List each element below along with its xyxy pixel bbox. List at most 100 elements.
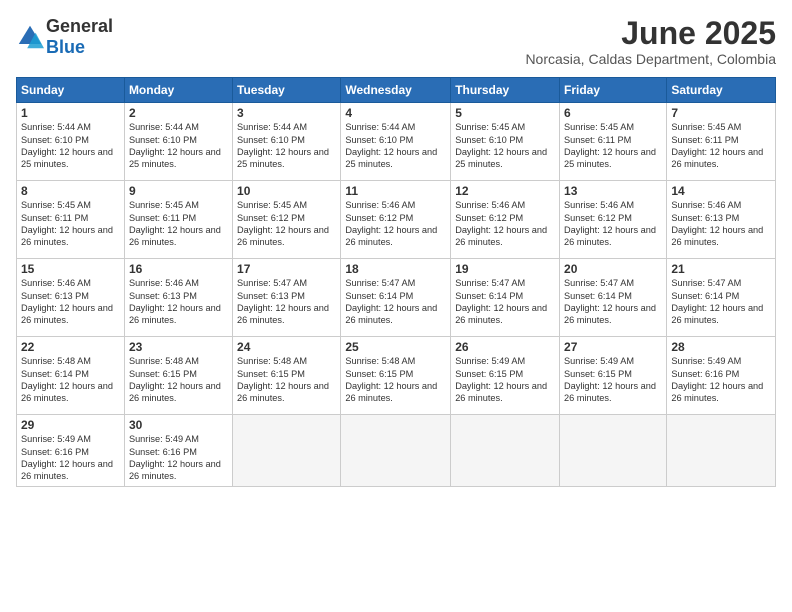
calendar-table: Sunday Monday Tuesday Wednesday Thursday… <box>16 77 776 487</box>
calendar-cell: 22 Sunrise: 5:48 AMSunset: 6:14 PMDaylig… <box>17 337 125 415</box>
page-container: General Blue June 2025 Norcasia, Caldas … <box>0 0 792 495</box>
day-info: Sunrise: 5:45 AMSunset: 6:11 PMDaylight:… <box>671 122 763 169</box>
day-info: Sunrise: 5:47 AMSunset: 6:14 PMDaylight:… <box>671 278 763 325</box>
day-number: 1 <box>21 106 120 120</box>
day-info: Sunrise: 5:44 AMSunset: 6:10 PMDaylight:… <box>21 122 113 169</box>
day-info: Sunrise: 5:46 AMSunset: 6:13 PMDaylight:… <box>129 278 221 325</box>
calendar-cell <box>451 415 560 487</box>
day-info: Sunrise: 5:44 AMSunset: 6:10 PMDaylight:… <box>237 122 329 169</box>
day-info: Sunrise: 5:49 AMSunset: 6:16 PMDaylight:… <box>671 356 763 403</box>
day-number: 25 <box>345 340 446 354</box>
calendar-cell <box>233 415 341 487</box>
day-info: Sunrise: 5:48 AMSunset: 6:15 PMDaylight:… <box>237 356 329 403</box>
calendar-cell: 12 Sunrise: 5:46 AMSunset: 6:12 PMDaylig… <box>451 181 560 259</box>
day-info: Sunrise: 5:45 AMSunset: 6:10 PMDaylight:… <box>455 122 547 169</box>
day-number: 3 <box>237 106 336 120</box>
day-number: 18 <box>345 262 446 276</box>
calendar-cell: 1 Sunrise: 5:44 AMSunset: 6:10 PMDayligh… <box>17 103 125 181</box>
day-number: 13 <box>564 184 662 198</box>
calendar-cell: 6 Sunrise: 5:45 AMSunset: 6:11 PMDayligh… <box>560 103 667 181</box>
calendar-cell: 9 Sunrise: 5:45 AMSunset: 6:11 PMDayligh… <box>124 181 232 259</box>
day-info: Sunrise: 5:45 AMSunset: 6:12 PMDaylight:… <box>237 200 329 247</box>
day-info: Sunrise: 5:47 AMSunset: 6:14 PMDaylight:… <box>564 278 656 325</box>
day-number: 24 <box>237 340 336 354</box>
table-row: 15 Sunrise: 5:46 AMSunset: 6:13 PMDaylig… <box>17 259 776 337</box>
calendar-body: 1 Sunrise: 5:44 AMSunset: 6:10 PMDayligh… <box>17 103 776 487</box>
day-info: Sunrise: 5:49 AMSunset: 6:15 PMDaylight:… <box>564 356 656 403</box>
day-number: 23 <box>129 340 228 354</box>
day-number: 20 <box>564 262 662 276</box>
day-number: 27 <box>564 340 662 354</box>
day-number: 7 <box>671 106 771 120</box>
location-title: Norcasia, Caldas Department, Colombia <box>525 51 776 67</box>
day-number: 15 <box>21 262 120 276</box>
calendar-cell: 30 Sunrise: 5:49 AMSunset: 6:16 PMDaylig… <box>124 415 232 487</box>
calendar-cell: 26 Sunrise: 5:49 AMSunset: 6:15 PMDaylig… <box>451 337 560 415</box>
day-info: Sunrise: 5:47 AMSunset: 6:14 PMDaylight:… <box>455 278 547 325</box>
day-number: 4 <box>345 106 446 120</box>
col-sunday: Sunday <box>17 78 125 103</box>
day-info: Sunrise: 5:44 AMSunset: 6:10 PMDaylight:… <box>129 122 221 169</box>
calendar-cell: 14 Sunrise: 5:46 AMSunset: 6:13 PMDaylig… <box>667 181 776 259</box>
title-block: June 2025 Norcasia, Caldas Department, C… <box>525 16 776 67</box>
calendar-cell: 7 Sunrise: 5:45 AMSunset: 6:11 PMDayligh… <box>667 103 776 181</box>
calendar-cell: 2 Sunrise: 5:44 AMSunset: 6:10 PMDayligh… <box>124 103 232 181</box>
day-info: Sunrise: 5:47 AMSunset: 6:13 PMDaylight:… <box>237 278 329 325</box>
day-number: 30 <box>129 418 228 432</box>
calendar-cell: 11 Sunrise: 5:46 AMSunset: 6:12 PMDaylig… <box>341 181 451 259</box>
day-info: Sunrise: 5:45 AMSunset: 6:11 PMDaylight:… <box>21 200 113 247</box>
calendar-cell: 10 Sunrise: 5:45 AMSunset: 6:12 PMDaylig… <box>233 181 341 259</box>
calendar-cell: 25 Sunrise: 5:48 AMSunset: 6:15 PMDaylig… <box>341 337 451 415</box>
calendar-cell: 5 Sunrise: 5:45 AMSunset: 6:10 PMDayligh… <box>451 103 560 181</box>
col-tuesday: Tuesday <box>233 78 341 103</box>
day-info: Sunrise: 5:45 AMSunset: 6:11 PMDaylight:… <box>564 122 656 169</box>
day-info: Sunrise: 5:44 AMSunset: 6:10 PMDaylight:… <box>345 122 437 169</box>
calendar-cell: 4 Sunrise: 5:44 AMSunset: 6:10 PMDayligh… <box>341 103 451 181</box>
day-number: 14 <box>671 184 771 198</box>
calendar-cell: 28 Sunrise: 5:49 AMSunset: 6:16 PMDaylig… <box>667 337 776 415</box>
day-number: 29 <box>21 418 120 432</box>
calendar-cell: 15 Sunrise: 5:46 AMSunset: 6:13 PMDaylig… <box>17 259 125 337</box>
day-info: Sunrise: 5:49 AMSunset: 6:16 PMDaylight:… <box>21 434 113 481</box>
calendar-cell: 21 Sunrise: 5:47 AMSunset: 6:14 PMDaylig… <box>667 259 776 337</box>
col-wednesday: Wednesday <box>341 78 451 103</box>
calendar-cell: 17 Sunrise: 5:47 AMSunset: 6:13 PMDaylig… <box>233 259 341 337</box>
calendar-cell: 20 Sunrise: 5:47 AMSunset: 6:14 PMDaylig… <box>560 259 667 337</box>
day-number: 9 <box>129 184 228 198</box>
calendar-cell: 24 Sunrise: 5:48 AMSunset: 6:15 PMDaylig… <box>233 337 341 415</box>
header: General Blue June 2025 Norcasia, Caldas … <box>16 16 776 67</box>
day-number: 17 <box>237 262 336 276</box>
month-title: June 2025 <box>525 16 776 51</box>
table-row: 29 Sunrise: 5:49 AMSunset: 6:16 PMDaylig… <box>17 415 776 487</box>
day-info: Sunrise: 5:46 AMSunset: 6:13 PMDaylight:… <box>671 200 763 247</box>
day-number: 8 <box>21 184 120 198</box>
calendar-cell: 29 Sunrise: 5:49 AMSunset: 6:16 PMDaylig… <box>17 415 125 487</box>
calendar-cell <box>667 415 776 487</box>
calendar-cell: 8 Sunrise: 5:45 AMSunset: 6:11 PMDayligh… <box>17 181 125 259</box>
day-number: 22 <box>21 340 120 354</box>
table-row: 22 Sunrise: 5:48 AMSunset: 6:14 PMDaylig… <box>17 337 776 415</box>
calendar-cell <box>341 415 451 487</box>
logo-text-general: General <box>46 16 113 36</box>
day-info: Sunrise: 5:45 AMSunset: 6:11 PMDaylight:… <box>129 200 221 247</box>
day-number: 12 <box>455 184 555 198</box>
col-saturday: Saturday <box>667 78 776 103</box>
day-info: Sunrise: 5:48 AMSunset: 6:15 PMDaylight:… <box>345 356 437 403</box>
day-number: 21 <box>671 262 771 276</box>
calendar-cell: 3 Sunrise: 5:44 AMSunset: 6:10 PMDayligh… <box>233 103 341 181</box>
day-info: Sunrise: 5:46 AMSunset: 6:12 PMDaylight:… <box>455 200 547 247</box>
day-number: 16 <box>129 262 228 276</box>
day-number: 19 <box>455 262 555 276</box>
calendar-cell: 19 Sunrise: 5:47 AMSunset: 6:14 PMDaylig… <box>451 259 560 337</box>
day-info: Sunrise: 5:47 AMSunset: 6:14 PMDaylight:… <box>345 278 437 325</box>
calendar-cell <box>560 415 667 487</box>
calendar-cell: 16 Sunrise: 5:46 AMSunset: 6:13 PMDaylig… <box>124 259 232 337</box>
col-thursday: Thursday <box>451 78 560 103</box>
calendar-cell: 18 Sunrise: 5:47 AMSunset: 6:14 PMDaylig… <box>341 259 451 337</box>
day-number: 6 <box>564 106 662 120</box>
calendar-cell: 23 Sunrise: 5:48 AMSunset: 6:15 PMDaylig… <box>124 337 232 415</box>
day-info: Sunrise: 5:48 AMSunset: 6:14 PMDaylight:… <box>21 356 113 403</box>
table-row: 1 Sunrise: 5:44 AMSunset: 6:10 PMDayligh… <box>17 103 776 181</box>
table-row: 8 Sunrise: 5:45 AMSunset: 6:11 PMDayligh… <box>17 181 776 259</box>
day-number: 5 <box>455 106 555 120</box>
